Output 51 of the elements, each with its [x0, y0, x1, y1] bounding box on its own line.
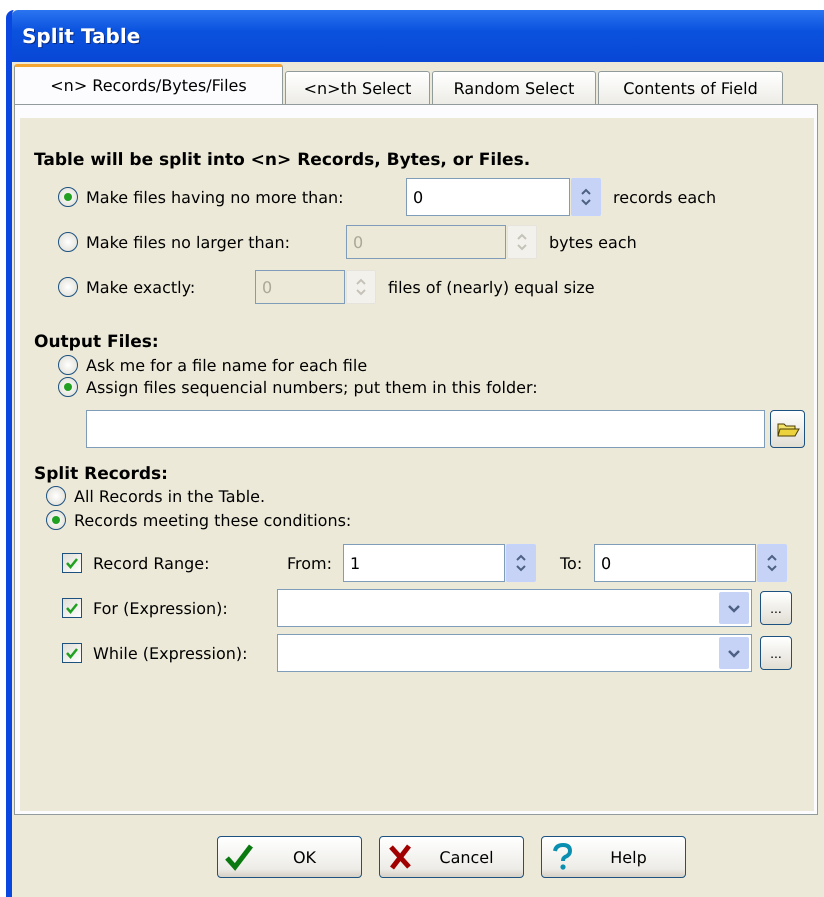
checkbox-label: While (Expression):: [93, 644, 249, 662]
number-field[interactable]: 0: [406, 178, 570, 216]
option-label: All Records in the Table.: [74, 486, 266, 506]
option-label: Make files no larger than:: [86, 232, 291, 252]
number-field[interactable]: 1: [343, 544, 505, 582]
section-heading: Split Records:: [34, 464, 169, 484]
checkbox-label: Record Range:: [93, 554, 210, 572]
option-label: Make files having no more than:: [86, 188, 345, 206]
tab[interactable]: <n>th Select: [285, 71, 430, 104]
spin-button[interactable]: [506, 544, 536, 582]
expression-combo-box[interactable]: [277, 634, 752, 672]
browse-folder-button[interactable]: [770, 410, 805, 448]
dropdown-button[interactable]: [719, 592, 749, 624]
radio-button[interactable]: [46, 510, 66, 530]
checkbox[interactable]: [62, 598, 82, 618]
field-label: To:: [560, 554, 584, 572]
checkbox-label: For (Expression):: [93, 598, 229, 618]
field-label: From:: [287, 554, 334, 572]
dropdown-button[interactable]: [719, 637, 749, 669]
expression-combo-box[interactable]: [277, 589, 752, 627]
radio-button[interactable]: [58, 377, 78, 397]
spin-button[interactable]: [757, 544, 787, 582]
option-label: Assign files sequencial numbers; put them in this folder:: [86, 378, 538, 396]
unit-label: files of (nearly) equal size: [388, 278, 595, 296]
radio-button[interactable]: [46, 486, 66, 506]
radio-button[interactable]: [58, 355, 78, 375]
checkbox[interactable]: [62, 553, 82, 573]
tab[interactable]: Contents of Field: [598, 71, 783, 104]
spin-button[interactable]: [571, 178, 601, 216]
number-field[interactable]: 0: [594, 544, 756, 582]
option-label: Make exactly:: [86, 278, 196, 296]
unit-label: records each: [613, 188, 716, 206]
window-title: Split Table: [22, 24, 140, 48]
ok-button[interactable]: OK: [217, 836, 362, 878]
chevron-down-icon: [727, 648, 741, 658]
section-heading: Output Files:: [34, 331, 160, 354]
folder-path-field[interactable]: [86, 410, 765, 448]
unit-label: bytes each: [549, 232, 637, 252]
section-heading: Table will be split into <n> Records, Bytes, or Files.: [34, 149, 532, 172]
ellipsis-button[interactable]: ...: [760, 591, 792, 625]
help-button[interactable]: Help: [541, 836, 686, 878]
chevron-down-icon: [727, 602, 741, 614]
option-label: Ask me for a file name for each file: [86, 356, 368, 374]
tab[interactable]: Random Select: [432, 71, 596, 104]
check-icon: [224, 842, 254, 872]
tab[interactable]: <n> Records/Bytes/Files: [14, 64, 283, 104]
ellipsis-button[interactable]: ...: [760, 636, 792, 670]
cancel-button[interactable]: Cancel: [379, 836, 524, 878]
option-label: Records meeting these conditions:: [74, 510, 352, 530]
checkbox[interactable]: [62, 643, 82, 663]
radio-button[interactable]: [58, 187, 78, 207]
